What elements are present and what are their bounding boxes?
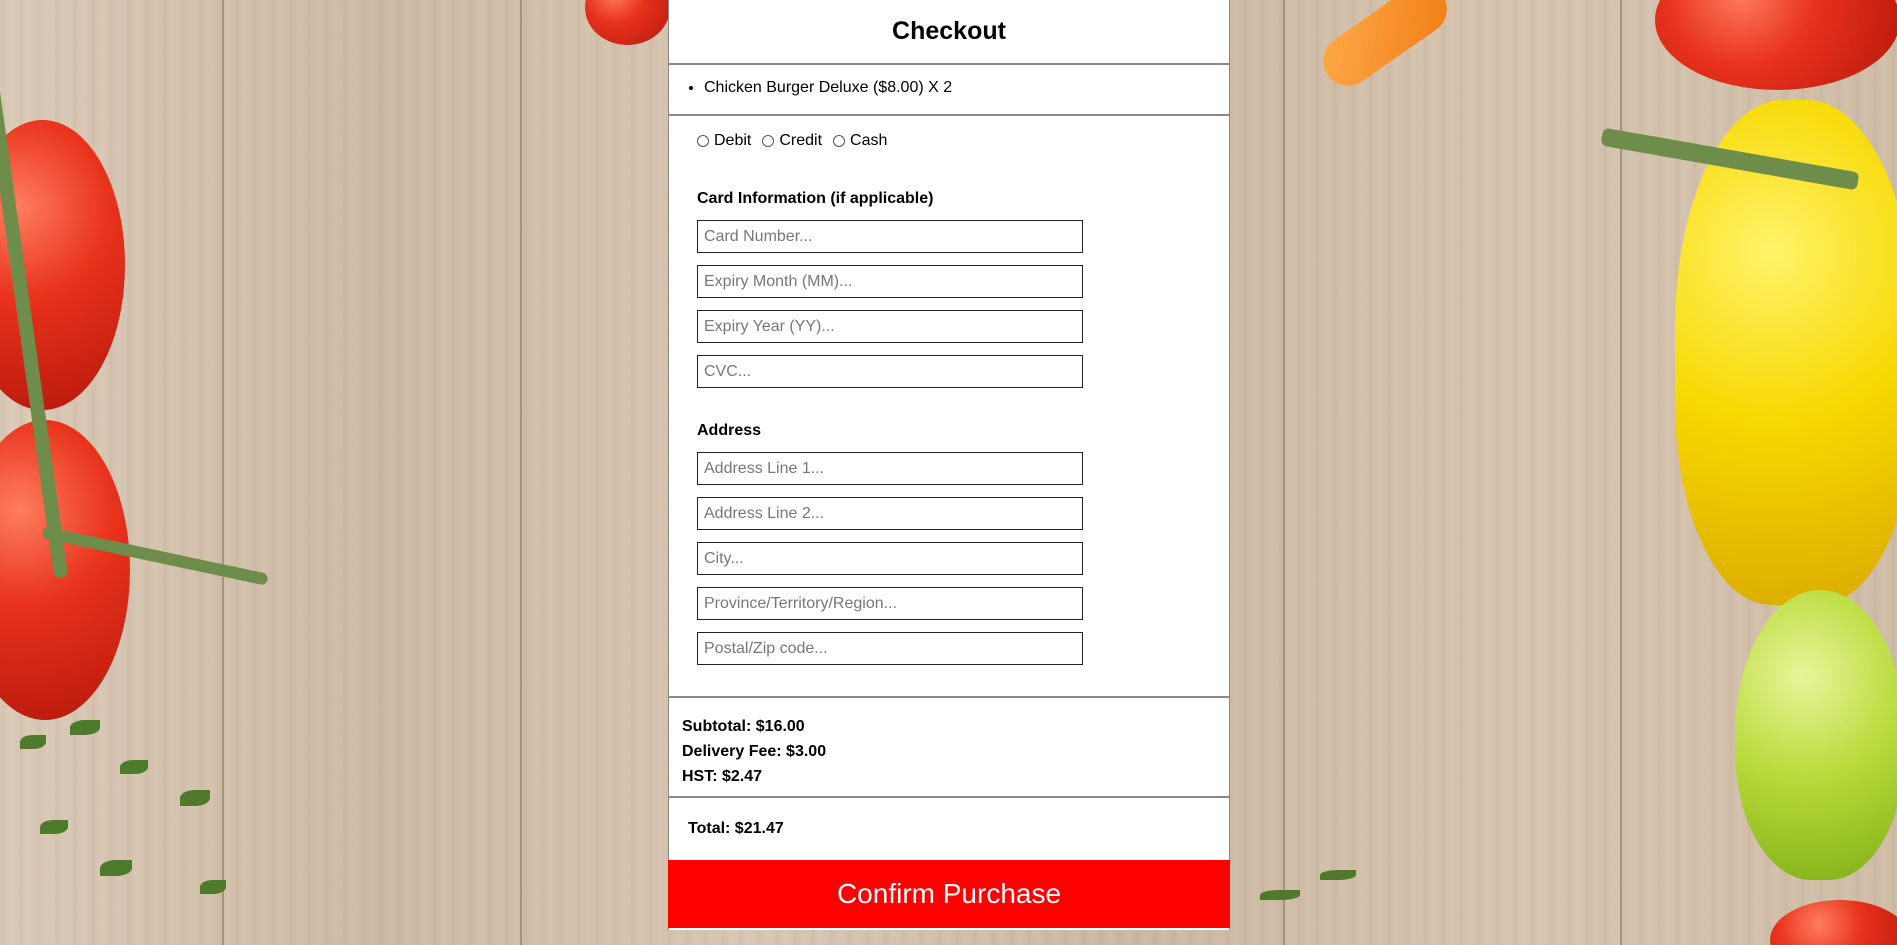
wood-plank-line xyxy=(1283,0,1285,945)
radio-label: Cash xyxy=(850,132,888,149)
postal-code-input[interactable] xyxy=(697,632,1083,665)
herb-leaf xyxy=(1260,890,1300,900)
list-item: Chicken Burger Deluxe ($8.00) X 2 xyxy=(704,79,1229,97)
tomato-image xyxy=(585,0,670,45)
payment-option-credit[interactable]: Credit xyxy=(762,132,822,150)
herb-leaf xyxy=(120,760,148,774)
confirm-purchase-button[interactable]: Confirm Purchase xyxy=(668,860,1230,928)
address-heading: Address xyxy=(697,422,762,439)
herb-leaf xyxy=(200,880,226,894)
total-text: Total: $21.47 xyxy=(688,820,784,837)
tomato-image xyxy=(1770,900,1897,945)
price-breakdown: Subtotal: $16.00 Delivery Fee: $3.00 HST… xyxy=(669,698,1229,798)
expiry-month-input[interactable] xyxy=(697,265,1083,298)
carrot-image xyxy=(1313,0,1457,96)
address-line1-input[interactable] xyxy=(697,452,1083,485)
tomato-image xyxy=(1655,0,1897,90)
radio-label: Credit xyxy=(779,132,823,149)
hst-text: HST: $2.47 xyxy=(682,768,763,785)
card-info-heading: Card Information (if applicable) xyxy=(697,190,934,207)
city-input[interactable] xyxy=(697,542,1083,575)
payment-option-debit[interactable]: Debit xyxy=(697,132,751,150)
green-pepper-image xyxy=(1735,590,1897,880)
payment-section: Debit Credit Cash Card Information (if a… xyxy=(669,116,1229,698)
payment-option-cash[interactable]: Cash xyxy=(833,132,887,150)
region-input[interactable] xyxy=(697,587,1083,620)
herb-leaf xyxy=(20,735,46,749)
wood-plank-line xyxy=(222,0,224,945)
radio-debit[interactable] xyxy=(697,135,709,147)
expiry-year-input[interactable] xyxy=(697,310,1083,343)
address-line2-input[interactable] xyxy=(697,497,1083,530)
herb-leaf xyxy=(1320,870,1356,880)
order-items: Chicken Burger Deluxe ($8.00) X 2 xyxy=(669,65,1229,116)
subtotal-text: Subtotal: $16.00 xyxy=(682,718,805,735)
page-title: Checkout xyxy=(669,0,1229,65)
delivery-fee-text: Delivery Fee: $3.00 xyxy=(682,743,827,760)
herb-leaf xyxy=(180,790,210,806)
cvc-input[interactable] xyxy=(697,355,1083,388)
radio-cash[interactable] xyxy=(833,135,846,147)
payment-method-group: Debit Credit Cash xyxy=(697,130,1229,152)
radio-credit[interactable] xyxy=(762,135,775,147)
card-number-input[interactable] xyxy=(697,220,1083,253)
herb-leaf xyxy=(70,720,100,735)
herb-leaf xyxy=(100,860,132,876)
checkout-panel: Checkout Chicken Burger Deluxe ($8.00) X… xyxy=(668,0,1230,930)
wood-plank-line xyxy=(520,0,522,945)
herb-leaf xyxy=(40,820,68,834)
radio-label: Debit xyxy=(714,132,752,149)
